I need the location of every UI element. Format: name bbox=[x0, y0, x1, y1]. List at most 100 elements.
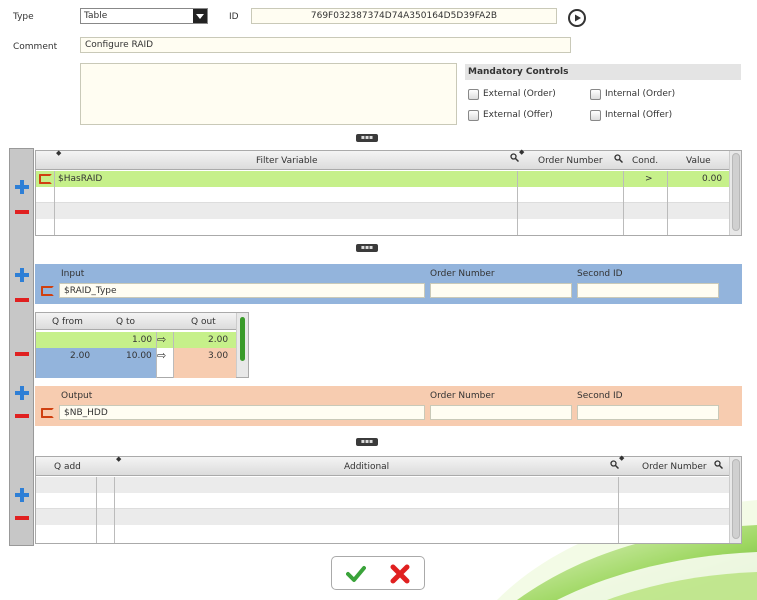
q-to-column[interactable]: Q to bbox=[116, 317, 135, 327]
add-output-icon[interactable] bbox=[15, 386, 29, 400]
scrollbar-thumb[interactable] bbox=[732, 153, 740, 231]
input-second-id-field[interactable] bbox=[577, 283, 719, 298]
internal-offer-checkbox[interactable] bbox=[590, 110, 601, 121]
q-out-column[interactable]: Q out bbox=[191, 317, 216, 327]
value-cell: 0.00 bbox=[702, 174, 723, 184]
search-icon[interactable] bbox=[614, 154, 624, 166]
sort-icon[interactable]: ◆ bbox=[56, 149, 61, 157]
row-edit-icon[interactable] bbox=[41, 408, 54, 418]
sort-icon[interactable]: ◆ bbox=[116, 455, 121, 463]
type-select-value: Table bbox=[84, 11, 108, 21]
internal-order-checkbox[interactable] bbox=[590, 89, 601, 100]
table-row[interactable] bbox=[36, 525, 729, 541]
input-field[interactable]: $RAID_Type bbox=[59, 283, 425, 298]
search-icon[interactable] bbox=[610, 460, 620, 472]
add-filter-icon[interactable] bbox=[15, 180, 29, 194]
id-label: ID bbox=[229, 12, 239, 22]
output-order-number-field[interactable] bbox=[430, 405, 572, 420]
divider bbox=[156, 332, 157, 378]
q-to-cell: 1.00 bbox=[132, 335, 153, 345]
cond-cell: > bbox=[645, 174, 653, 184]
table-row[interactable] bbox=[36, 187, 729, 203]
q-add-column[interactable]: Q add bbox=[54, 462, 81, 472]
filter-variable-cell: $HasRAID bbox=[58, 174, 103, 184]
filter-variable-column[interactable]: Filter Variable bbox=[256, 156, 318, 166]
confirm-button[interactable] bbox=[346, 564, 366, 584]
scrollbar-thumb[interactable] bbox=[240, 317, 245, 361]
splitter-handle[interactable]: ▪▪▪ bbox=[356, 438, 378, 446]
input-section: Input $RAID_Type Order Number Second ID bbox=[35, 264, 742, 304]
q-out-cell: 3.00 bbox=[208, 351, 229, 361]
scrollbar[interactable] bbox=[729, 151, 741, 235]
chevron-down-icon[interactable] bbox=[193, 9, 207, 23]
close-icon bbox=[390, 564, 410, 584]
row-edit-icon[interactable] bbox=[41, 286, 54, 296]
table-row[interactable]: 2.00 10.00 ⇨ 3.00 bbox=[36, 348, 236, 364]
output-second-id-field[interactable] bbox=[577, 405, 719, 420]
sort-icon[interactable]: ◆ bbox=[619, 454, 624, 462]
external-offer-checkbox[interactable] bbox=[468, 110, 479, 121]
table-row[interactable]: $HasRAID > 0.00 bbox=[36, 171, 729, 187]
remove-q-row-icon[interactable] bbox=[15, 352, 29, 356]
scrollbar-thumb[interactable] bbox=[732, 459, 740, 539]
q-table: Q from Q to Q out 1.00 ⇨ 2.00 2.00 10.00… bbox=[35, 312, 249, 378]
cond-column[interactable]: Cond. bbox=[632, 156, 658, 166]
splitter-handle[interactable]: ▪▪▪ bbox=[356, 244, 378, 252]
type-select[interactable]: Table bbox=[80, 8, 208, 24]
row-edit-icon[interactable] bbox=[39, 174, 52, 184]
divider bbox=[623, 171, 624, 235]
external-offer-label: External (Offer) bbox=[483, 110, 553, 120]
input-order-number-field[interactable] bbox=[430, 283, 572, 298]
comment-field[interactable]: Configure RAID bbox=[80, 37, 571, 53]
internal-offer-label: Internal (Offer) bbox=[605, 110, 673, 120]
arrow-right-icon: ⇨ bbox=[157, 333, 167, 346]
scrollbar[interactable] bbox=[236, 313, 248, 377]
table-row[interactable] bbox=[36, 219, 729, 235]
external-order-checkbox[interactable] bbox=[468, 89, 479, 100]
table-row[interactable] bbox=[36, 493, 729, 509]
add-input-icon[interactable] bbox=[15, 268, 29, 282]
type-label: Type bbox=[13, 12, 34, 22]
remove-output-icon[interactable] bbox=[15, 414, 29, 418]
table-row[interactable] bbox=[36, 203, 729, 219]
order-number-column[interactable]: Order Number bbox=[642, 462, 707, 472]
id-field[interactable]: 769F032387374D74A350164D5D39FA2B bbox=[251, 8, 557, 24]
comment-textarea[interactable] bbox=[80, 63, 457, 125]
filter-grid: ◆ Filter Variable ◆ Order Number Cond. V… bbox=[35, 148, 742, 236]
order-number-label: Order Number bbox=[430, 269, 495, 279]
q-out-cell: 2.00 bbox=[208, 335, 229, 345]
remove-additional-icon[interactable] bbox=[15, 516, 29, 520]
cancel-button[interactable] bbox=[390, 564, 410, 584]
order-number-column[interactable]: Order Number bbox=[538, 156, 603, 166]
additional-grid: Q add ◆ Additional ◆ Order Number bbox=[35, 454, 742, 544]
order-number-label: Order Number bbox=[430, 391, 495, 401]
splitter-handle[interactable]: ▪▪▪ bbox=[356, 134, 378, 142]
q-table-header: Q from Q to Q out bbox=[36, 313, 236, 330]
input-label: Input bbox=[61, 269, 85, 279]
output-field[interactable]: $NB_HDD bbox=[59, 405, 425, 420]
remove-input-icon[interactable] bbox=[15, 298, 29, 302]
sort-icon[interactable]: ◆ bbox=[519, 148, 524, 156]
scrollbar[interactable] bbox=[729, 457, 741, 543]
check-icon bbox=[346, 566, 366, 582]
q-from-column[interactable]: Q from bbox=[52, 317, 83, 327]
left-action-bar bbox=[9, 148, 34, 546]
action-buttons-panel bbox=[331, 556, 425, 590]
internal-order-label: Internal (Order) bbox=[605, 89, 676, 99]
table-row[interactable] bbox=[36, 509, 729, 525]
additional-column[interactable]: Additional bbox=[344, 462, 389, 472]
play-icon[interactable] bbox=[568, 9, 586, 27]
add-additional-icon[interactable] bbox=[15, 488, 29, 502]
search-icon[interactable] bbox=[714, 460, 724, 472]
table-row[interactable]: 1.00 ⇨ 2.00 bbox=[36, 332, 236, 348]
divider bbox=[618, 477, 619, 543]
table-row[interactable] bbox=[36, 477, 729, 493]
output-section: Output $NB_HDD Order Number Second ID bbox=[35, 386, 742, 426]
q-from-cell: 2.00 bbox=[70, 351, 91, 361]
value-column[interactable]: Value bbox=[686, 156, 711, 166]
remove-filter-icon[interactable] bbox=[15, 210, 29, 214]
filter-grid-header: ◆ Filter Variable ◆ Order Number Cond. V… bbox=[36, 148, 729, 170]
mandatory-controls-header: Mandatory Controls bbox=[465, 64, 741, 80]
divider bbox=[54, 171, 55, 235]
search-icon[interactable] bbox=[510, 153, 520, 165]
